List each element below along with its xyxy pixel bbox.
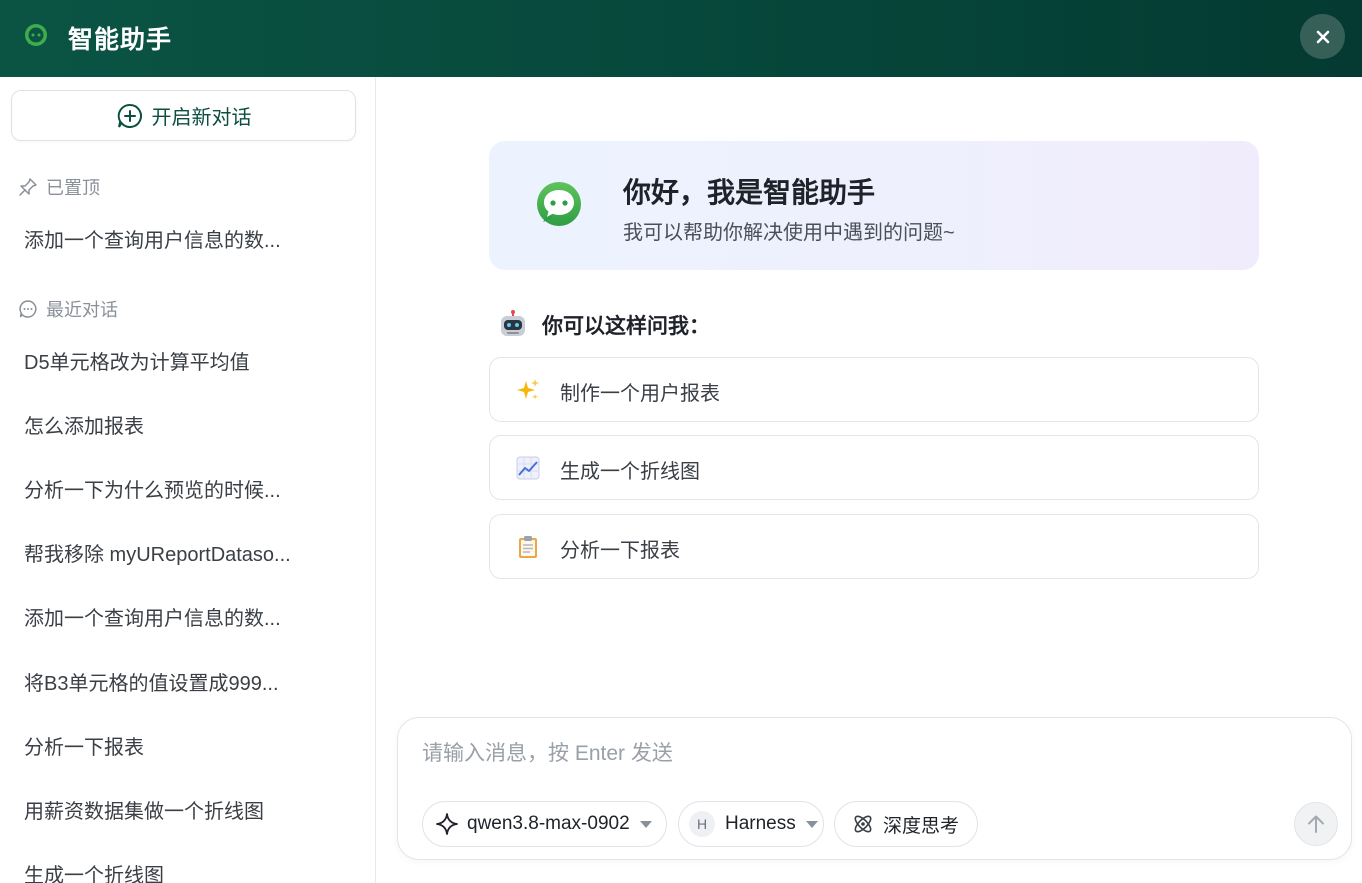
- recent-conversation-item[interactable]: 生成一个折线图: [24, 859, 164, 883]
- recent-conversation-item[interactable]: 怎么添加报表: [24, 410, 144, 439]
- close-icon: [1316, 30, 1329, 43]
- recent-conversation-item[interactable]: 分析一下为什么预览的时候...: [24, 474, 281, 503]
- close-button[interactable]: [1300, 14, 1345, 59]
- chat-bubble-icon: [19, 300, 37, 318]
- welcome-card: 你好，我是智能助手 我可以帮助你解决使用中遇到的问题~: [489, 141, 1259, 270]
- recent-conversation-item[interactable]: 将B3单元格的值设置成999...: [24, 667, 279, 696]
- recent-conversation-item[interactable]: 添加一个查询用户信息的数...: [24, 602, 281, 631]
- model-name: qwen3.8-max-0902: [467, 813, 630, 834]
- sidebar: 开启新对话 已置顶 添加一个查询用户信息的数... 最近对话 D5单元格改为计算…: [0, 77, 376, 883]
- recent-section-heading: 最近对话: [18, 296, 118, 322]
- suggestion-create-user-report[interactable]: 制作一个用户报表: [489, 357, 1259, 422]
- assistant-avatar-icon: [537, 182, 581, 226]
- pinned-section-heading: 已置顶: [18, 174, 100, 200]
- message-composer: qwen3.8-max-0902 H Harness 深度思考: [397, 717, 1352, 860]
- agent-badge: H: [689, 811, 715, 837]
- app-header: 智能助手: [0, 0, 1362, 77]
- sparkle-outline-icon: [436, 813, 458, 835]
- recent-conversation-item[interactable]: 帮我移除 myUReportDataso...: [24, 538, 291, 567]
- suggestion-analyze-report[interactable]: 分析一下报表: [489, 514, 1259, 579]
- deep-think-label: 深度思考: [883, 815, 960, 837]
- app-title: 智能助手: [68, 26, 173, 54]
- recent-conversation-item[interactable]: D5单元格改为计算平均值: [24, 346, 250, 375]
- robot-icon: [501, 310, 525, 336]
- chevron-down-icon: [805, 820, 818, 828]
- new-chat-button[interactable]: 开启新对话: [11, 90, 356, 141]
- line-chart-icon: [516, 456, 540, 480]
- sparkles-icon: [516, 378, 540, 402]
- suggestions-heading: 你可以这样问我：: [498, 310, 710, 340]
- agent-name: Harness: [725, 813, 796, 834]
- deep-think-toggle[interactable]: 深度思考: [834, 801, 978, 847]
- welcome-greeting: 你好，我是智能助手: [623, 177, 876, 208]
- clipboard-icon: [516, 535, 540, 559]
- add-chat-icon: [117, 103, 142, 128]
- recent-conversation-item[interactable]: 用薪资数据集做一个折线图: [24, 795, 264, 824]
- suggestion-generate-line-chart[interactable]: 生成一个折线图: [489, 435, 1259, 500]
- new-chat-label: 开启新对话: [151, 107, 252, 129]
- chevron-down-icon: [639, 820, 652, 828]
- pinned-conversation-item[interactable]: 添加一个查询用户信息的数...: [24, 224, 281, 253]
- message-input[interactable]: [422, 738, 1302, 770]
- agent-selector[interactable]: H Harness: [678, 801, 824, 847]
- send-button[interactable]: [1294, 802, 1338, 846]
- recent-conversation-item[interactable]: 分析一下报表: [24, 731, 144, 760]
- arrow-up-icon: [1308, 815, 1324, 833]
- welcome-subtitle: 我可以帮助你解决使用中遇到的问题~: [623, 222, 955, 244]
- model-selector[interactable]: qwen3.8-max-0902: [422, 801, 667, 847]
- pin-icon: [19, 178, 37, 196]
- chat-logo-icon: [25, 24, 47, 46]
- atom-icon: [854, 815, 872, 833]
